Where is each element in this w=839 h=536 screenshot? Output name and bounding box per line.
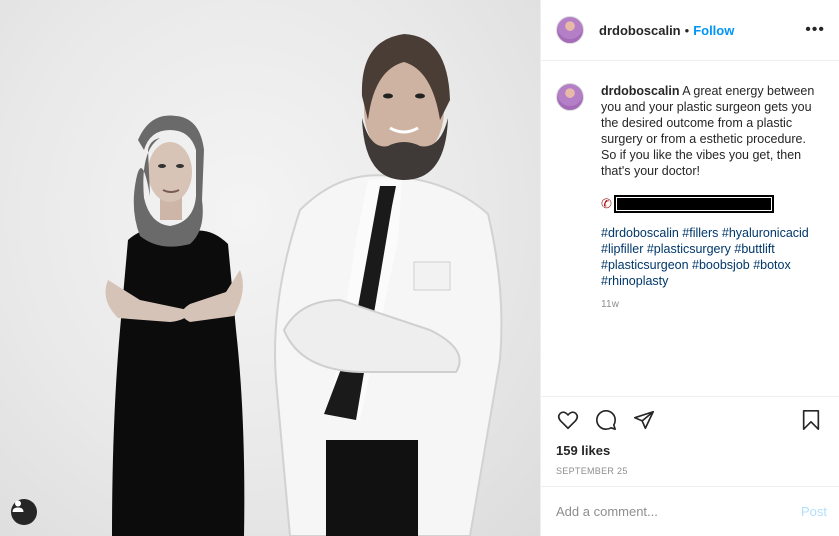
save-button[interactable] (799, 408, 823, 432)
phone-icon: ✆ (601, 196, 612, 211)
hashtags[interactable]: #drdoboscalin #fillers #hyaluronicacid #… (601, 225, 823, 289)
likes-count[interactable]: 159 likes (556, 443, 823, 458)
action-icons (556, 405, 823, 435)
comment-icon (596, 410, 616, 430)
post-age: 11w (601, 299, 620, 310)
caption-text: A great energy between you and your plas… (601, 84, 815, 178)
bookmark-icon (802, 410, 820, 430)
comments-section: drdoboscalin A great energy between you … (541, 61, 839, 396)
share-icon (634, 410, 654, 430)
share-button[interactable] (632, 408, 656, 432)
photo-illustration (105, 34, 503, 536)
phone-line: ✆ (601, 195, 823, 213)
woman-figure (105, 115, 245, 536)
man-figure (274, 34, 503, 536)
avatar[interactable] (556, 83, 584, 111)
follow-button[interactable]: Follow (693, 23, 734, 38)
heart-icon (557, 411, 579, 430)
post-date: SEPTEMBER 25 (556, 466, 628, 476)
comment-button[interactable] (594, 408, 618, 432)
caption: drdoboscalin A great energy between you … (556, 83, 823, 313)
post-photo[interactable] (0, 0, 540, 536)
caption-body: drdoboscalin A great energy between you … (601, 83, 823, 313)
like-button[interactable] (556, 408, 580, 432)
redacted-phone-number (613, 195, 774, 213)
header-username[interactable]: drdoboscalin (599, 23, 681, 38)
user-tag-button[interactable] (11, 499, 37, 525)
add-comment-bar: Post (541, 486, 839, 536)
post-comment-button[interactable]: Post (801, 504, 827, 519)
post-actions: 159 likes SEPTEMBER 25 (541, 396, 839, 486)
more-options-icon[interactable]: ••• (805, 21, 825, 39)
post-header: drdoboscalin • Follow ••• (541, 0, 839, 61)
comment-input[interactable] (556, 504, 801, 519)
avatar[interactable] (556, 16, 584, 44)
instagram-post: drdoboscalin • Follow ••• drdoboscalin A… (0, 0, 839, 536)
header-separator: • (684, 22, 690, 38)
person-icon (12, 500, 24, 512)
post-side-panel: drdoboscalin • Follow ••• drdoboscalin A… (540, 0, 839, 536)
caption-username[interactable]: drdoboscalin (601, 84, 679, 98)
